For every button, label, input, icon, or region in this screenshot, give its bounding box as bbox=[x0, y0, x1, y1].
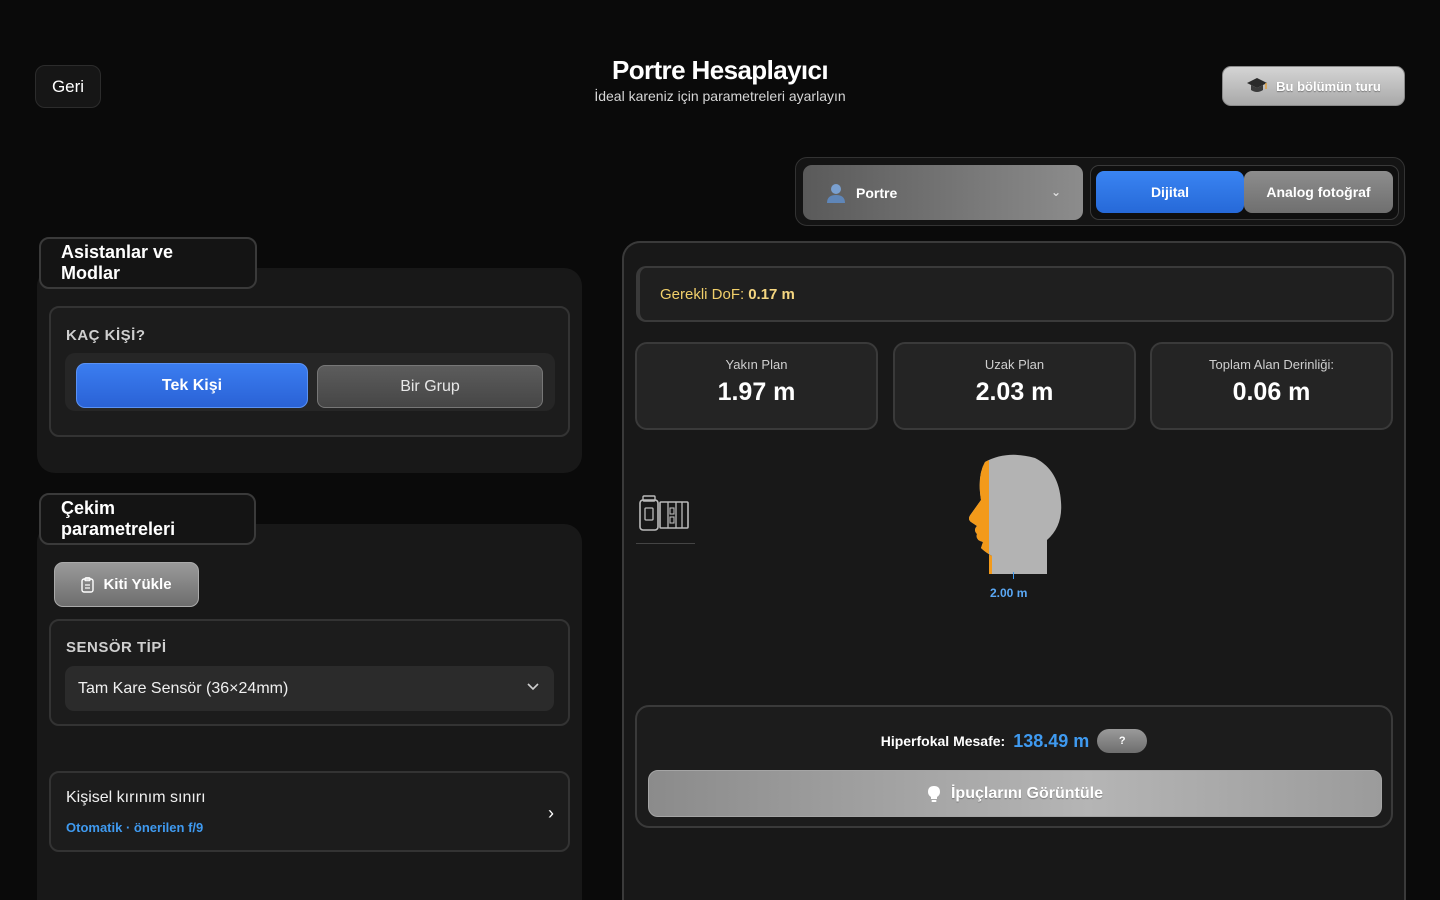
group-option[interactable]: Bir Grup bbox=[317, 365, 543, 408]
sensor-type-value: Tam Kare Sensör (36×24mm) bbox=[78, 679, 289, 697]
diffraction-limit-card[interactable]: Kişisel kırınım sınırı Otomatik · öneril… bbox=[49, 771, 570, 852]
hyperfocal-label: Hiperfokal Mesafe: bbox=[880, 733, 1006, 749]
chevron-down-icon bbox=[527, 683, 539, 691]
diffraction-limit-title: Kişisel kırınım sınırı bbox=[66, 789, 206, 806]
hyperfocal-value: 138.49 m bbox=[1013, 730, 1090, 751]
chevron-down-icon: ⌄ bbox=[1050, 185, 1061, 199]
scene-select-value: Portre bbox=[856, 184, 898, 201]
view-tips-button[interactable]: İpuçlarını Görüntüle bbox=[648, 770, 1382, 817]
near-plane-label: Yakın Plan bbox=[725, 357, 788, 372]
persons-card: KAÇ KİŞİ? Tek Kişi Bir Grup bbox=[49, 306, 570, 437]
load-kit-button[interactable]: Kiti Yükle bbox=[54, 562, 199, 607]
load-kit-label: Kiti Yükle bbox=[103, 576, 172, 593]
persons-toggle: Tek Kişi Bir Grup bbox=[65, 353, 555, 411]
near-plane-stat: Yakın Plan 1.97 m bbox=[635, 342, 878, 430]
far-plane-label: Uzak Plan bbox=[984, 357, 1045, 372]
section-tour-button[interactable]: Bu bölümün turu bbox=[1222, 66, 1405, 106]
sensor-type-select[interactable]: Tam Kare Sensör (36×24mm) bbox=[65, 666, 554, 711]
mode-bar: Portre ⌄ Dijital Analog fotoğraf bbox=[795, 157, 1405, 226]
total-dof-value: 0.06 m bbox=[1232, 378, 1311, 406]
lightbulb-icon bbox=[927, 785, 940, 802]
camera-icon bbox=[639, 495, 689, 531]
near-plane-value: 1.97 m bbox=[717, 378, 796, 406]
hyperfocal-row: Hiperfokal Mesafe: 138.49 m ? bbox=[637, 729, 1391, 753]
chevron-right-icon: › bbox=[548, 803, 554, 823]
far-plane-value: 2.03 m bbox=[975, 378, 1054, 406]
shooting-section-title: Çekim parametreleri bbox=[39, 493, 256, 545]
required-dof-value: 0.17 m bbox=[748, 285, 795, 303]
single-person-option[interactable]: Tek Kişi bbox=[76, 363, 308, 408]
subject-head-icon bbox=[969, 454, 1062, 574]
camera-baseline bbox=[636, 543, 695, 544]
graduation-cap-icon bbox=[1247, 78, 1268, 92]
sensor-card: SENSÖR TİPİ Tam Kare Sensör (36×24mm) bbox=[49, 619, 570, 726]
required-dof-bar: Gerekli DoF: 0.17 m bbox=[636, 266, 1394, 322]
view-tips-label: İpuçlarını Görüntüle bbox=[950, 784, 1103, 802]
scene-select[interactable]: Portre ⌄ bbox=[803, 165, 1083, 220]
type-digital-option[interactable]: Dijital bbox=[1096, 171, 1244, 213]
focus-tick bbox=[1013, 572, 1014, 579]
sensor-label: SENSÖR TİPİ bbox=[66, 639, 167, 656]
required-dof-label: Gerekli DoF: bbox=[660, 285, 745, 303]
diffraction-limit-value: Otomatik · önerilen f/9 bbox=[66, 820, 204, 835]
far-plane-stat: Uzak Plan 2.03 m bbox=[893, 342, 1136, 430]
total-dof-label: Toplam Alan Derinliği: bbox=[1208, 357, 1334, 372]
hyperfocal-card: Hiperfokal Mesafe: 138.49 m ? İpuçlarını… bbox=[635, 705, 1393, 828]
clipboard-icon bbox=[81, 576, 95, 593]
section-tour-label: Bu bölümün turu bbox=[1276, 78, 1381, 94]
user-icon bbox=[827, 183, 845, 203]
focus-distance-label: 2.00 m bbox=[990, 586, 1028, 600]
assistants-section-title: Asistanlar ve Modlar bbox=[39, 237, 257, 289]
capture-type-toggle: Dijital Analog fotoğraf bbox=[1090, 165, 1399, 220]
persons-label: KAÇ KİŞİ? bbox=[66, 327, 146, 344]
hyperfocal-help-button[interactable]: ? bbox=[1097, 729, 1148, 753]
total-dof-stat: Toplam Alan Derinliği: 0.06 m bbox=[1150, 342, 1393, 430]
type-analog-option[interactable]: Analog fotoğraf bbox=[1244, 171, 1393, 213]
